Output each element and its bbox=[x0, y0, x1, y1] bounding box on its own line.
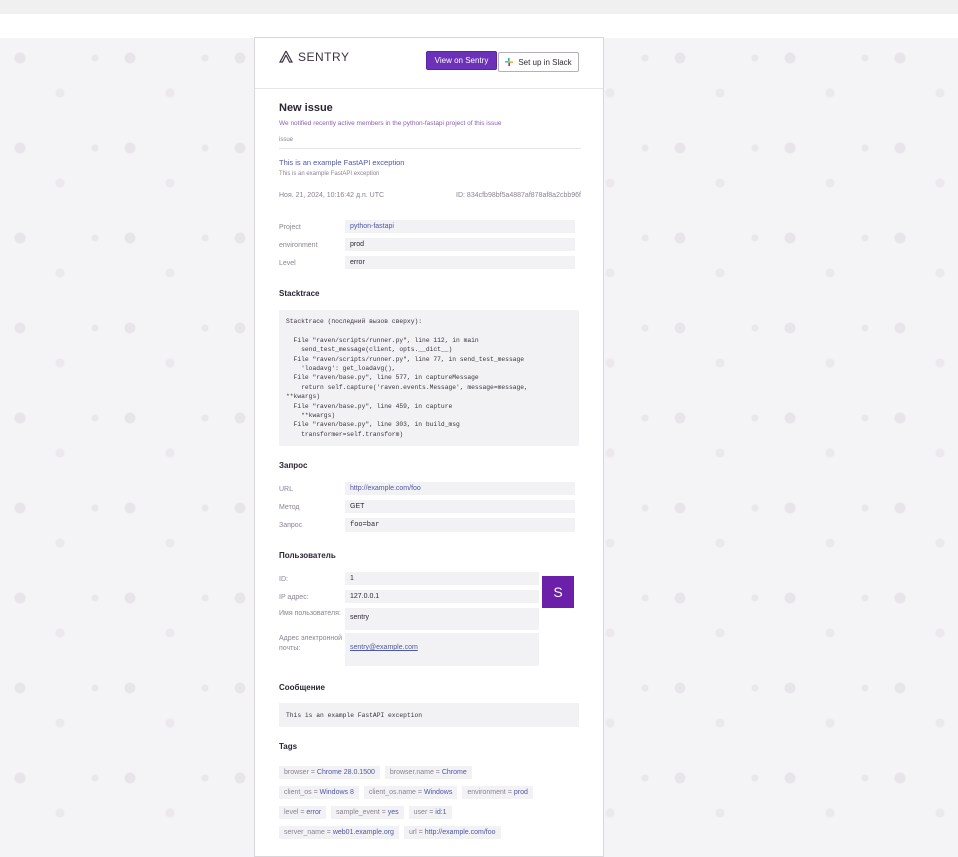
request-key: Метод bbox=[279, 504, 300, 511]
user-value: sentry bbox=[345, 608, 539, 630]
message-block: This is an example FastAPI exception bbox=[279, 703, 579, 727]
issue-heading: New issue bbox=[279, 102, 333, 114]
request-value: foo=bar bbox=[345, 518, 575, 532]
issue-date: Ноя. 21, 2024, 10:16:42 д.п. UTC bbox=[279, 192, 385, 199]
tag-row: server_name = web01.example.org url = ht… bbox=[279, 826, 579, 839]
slack-button-label: Set up in Slack bbox=[518, 57, 572, 67]
user-email-link[interactable]: sentry@example.com bbox=[345, 633, 539, 666]
detail-value: prod bbox=[345, 238, 575, 251]
request-heading: Запрос bbox=[279, 461, 308, 470]
tag-user[interactable]: user = id:1 bbox=[408, 806, 452, 819]
detail-key: Project bbox=[279, 224, 301, 231]
tag-environment[interactable]: environment = prod bbox=[462, 786, 533, 799]
view-on-sentry-button[interactable]: View on Sentry bbox=[426, 51, 497, 70]
issue-type: issue bbox=[279, 137, 294, 143]
tag-row: level = error sample_event = yes user = … bbox=[279, 806, 579, 819]
email-card: SENTRY View on Sentry Set up in Slack Ne… bbox=[254, 37, 604, 857]
request-key: Запрос bbox=[279, 522, 303, 529]
detail-key: environment bbox=[279, 242, 318, 249]
avatar: S bbox=[542, 576, 574, 608]
message-heading: Сообщение bbox=[279, 683, 325, 692]
tag-client-os-name[interactable]: client_os.name = Windows bbox=[363, 786, 458, 799]
issue-divider bbox=[279, 148, 581, 149]
issue-title-link[interactable]: This is an example FastAPI exception bbox=[279, 158, 404, 167]
tag-client-os[interactable]: client_os = Windows 8 bbox=[279, 786, 359, 799]
user-heading: Пользователь bbox=[279, 551, 336, 560]
user-key: ID: bbox=[279, 576, 288, 583]
project-link[interactable]: python-fastapi bbox=[345, 220, 575, 233]
detail-key: Level bbox=[279, 260, 296, 267]
issue-id: ID: 834cfb98bf5a4887af878af8a2cbb96f bbox=[456, 192, 581, 199]
tag-server-name[interactable]: server_name = web01.example.org bbox=[279, 826, 399, 839]
user-key: Адрес электронной почты: bbox=[279, 635, 343, 652]
header-divider bbox=[255, 88, 603, 89]
request-value: GET bbox=[345, 500, 575, 513]
tag-sample-event[interactable]: sample_event = yes bbox=[331, 806, 404, 819]
issue-subtitle: This is an example FastAPI exception bbox=[279, 171, 380, 177]
sentry-logo[interactable]: SENTRY bbox=[279, 50, 349, 64]
user-value: 1 bbox=[345, 572, 539, 585]
slack-icon bbox=[505, 58, 514, 66]
issue-meta: Ноя. 21, 2024, 10:16:42 д.п. UTC ID: 834… bbox=[279, 192, 581, 199]
tag-browser[interactable]: browser = Chrome 28.0.1500 bbox=[279, 766, 380, 779]
detail-value: error bbox=[345, 256, 575, 269]
background-band bbox=[0, 14, 958, 38]
top-bar bbox=[0, 0, 958, 14]
stacktrace-block: Stacktrace (последний вызов сверху): Fil… bbox=[279, 310, 579, 446]
request-url-link[interactable]: http://example.com/foo bbox=[345, 482, 575, 495]
user-key: IP адрес: bbox=[279, 594, 309, 601]
tags-list: browser = Chrome 28.0.1500 browser.name … bbox=[279, 766, 579, 846]
notified-text: We notified recently active members in t… bbox=[279, 120, 502, 127]
tags-heading: Tags bbox=[279, 742, 298, 751]
user-key: Имя пользователя: bbox=[279, 610, 341, 617]
tag-row: client_os = Windows 8 client_os.name = W… bbox=[279, 786, 579, 799]
request-key: URL bbox=[279, 486, 294, 493]
logo-text: SENTRY bbox=[298, 50, 350, 64]
stacktrace-heading: Stacktrace bbox=[279, 289, 320, 298]
tag-url[interactable]: url = http://example.com/foo bbox=[403, 826, 501, 839]
user-value: 127.0.0.1 bbox=[345, 590, 539, 603]
tag-browser-name[interactable]: browser.name = Chrome bbox=[384, 766, 472, 779]
tag-row: browser = Chrome 28.0.1500 browser.name … bbox=[279, 766, 579, 779]
tag-level[interactable]: level = error bbox=[279, 806, 327, 819]
set-up-slack-button[interactable]: Set up in Slack bbox=[498, 52, 579, 72]
sentry-glyph-icon bbox=[279, 50, 293, 63]
